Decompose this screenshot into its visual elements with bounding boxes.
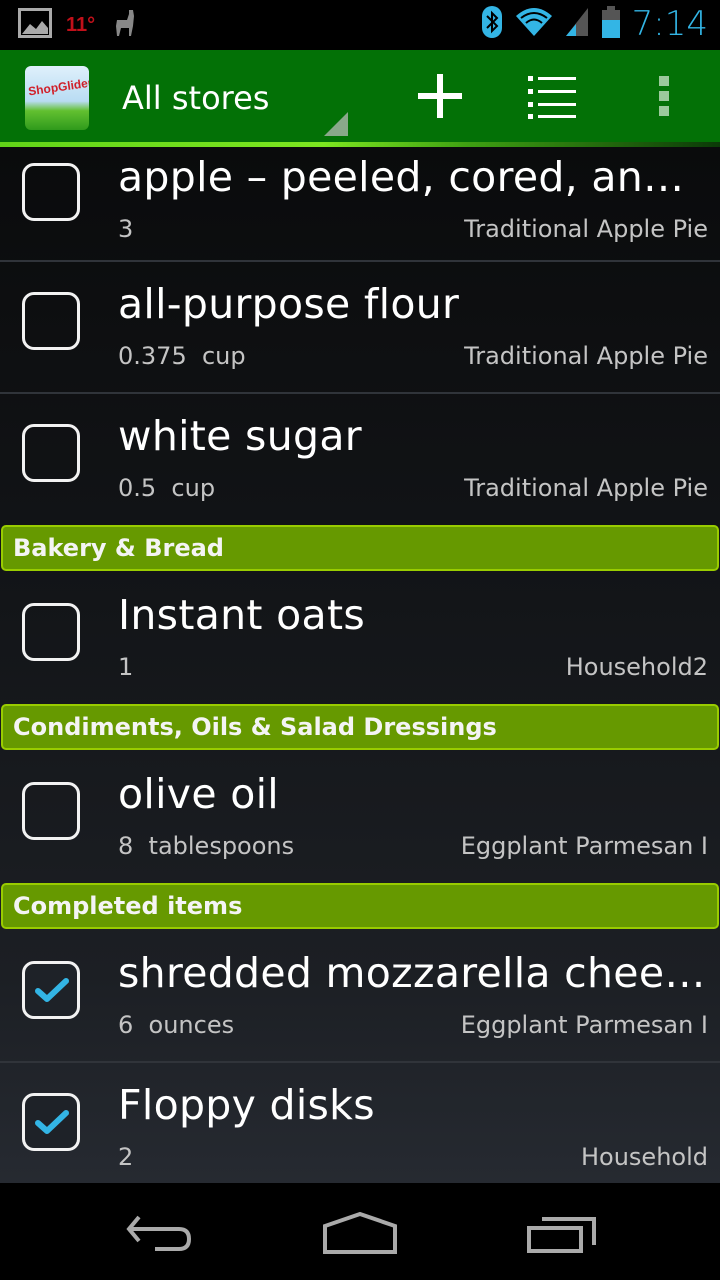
recents-button[interactable]: [512, 1203, 612, 1263]
checkmark-icon: [35, 978, 69, 1002]
list-item[interactable]: white sugar 0.5 cup Traditional Apple Pi…: [0, 394, 720, 523]
item-checkbox[interactable]: [22, 782, 80, 840]
item-name: olive oil: [118, 770, 279, 818]
section-header-condiments: Condiments, Oils & Salad Dressings: [1, 704, 719, 750]
item-recipe: Household2: [565, 653, 708, 681]
item-quantity: 1: [118, 653, 134, 681]
item-quantity: 0.375 cup: [118, 342, 246, 370]
overflow-menu-button[interactable]: [624, 50, 704, 142]
item-quantity: 2: [118, 1143, 134, 1171]
list-item[interactable]: Floppy disks 2 Household: [0, 1063, 720, 1183]
add-item-button[interactable]: [400, 50, 480, 142]
store-selector[interactable]: All stores: [122, 68, 350, 136]
item-name: shredded mozzarella cheese: [118, 949, 708, 997]
section-header-bakery: Bakery & Bread: [1, 525, 719, 571]
item-checkbox[interactable]: [22, 603, 80, 661]
item-recipe: Eggplant Parmesan I: [460, 1011, 708, 1039]
item-checkbox[interactable]: [22, 961, 80, 1019]
item-checkbox[interactable]: [22, 292, 80, 350]
section-header-completed: Completed items: [1, 883, 719, 929]
item-quantity: 3: [118, 215, 134, 243]
llama-notification-icon: [109, 8, 139, 43]
item-recipe: Traditional Apple Pie: [464, 215, 708, 243]
item-checkbox[interactable]: [22, 1093, 80, 1151]
back-button[interactable]: [110, 1203, 210, 1263]
clock: 7:14: [631, 4, 708, 44]
recents-icon: [527, 1217, 596, 1253]
navigation-bar: [0, 1183, 720, 1280]
battery-icon: [600, 5, 622, 44]
store-selector-label: All stores: [122, 79, 270, 117]
item-checkbox[interactable]: [22, 163, 80, 221]
item-recipe: Eggplant Parmesan I: [460, 832, 708, 860]
item-name: Floppy disks: [118, 1081, 375, 1129]
list-item[interactable]: shredded mozzarella cheese 6 ounces Eggp…: [0, 931, 720, 1063]
bluetooth-icon: [480, 5, 504, 44]
home-button[interactable]: [310, 1203, 410, 1263]
signal-icon: [564, 6, 590, 43]
list-item[interactable]: Instant oats 1 Household2: [0, 573, 720, 702]
item-recipe: Household: [580, 1143, 708, 1171]
dropdown-indicator-icon: [324, 112, 348, 136]
item-name: apple – peeled, cored, and c...: [118, 153, 708, 201]
overflow-menu-icon: [659, 76, 669, 116]
list-item[interactable]: apple – peeled, cored, and c... 3 Tradit…: [0, 147, 720, 262]
shopping-list[interactable]: apple – peeled, cored, and c... 3 Tradit…: [0, 147, 720, 1183]
item-checkbox[interactable]: [22, 424, 80, 482]
item-quantity: 6 ounces: [118, 1011, 235, 1039]
wifi-icon: [514, 6, 554, 43]
back-icon: [126, 1215, 192, 1251]
item-name: Instant oats: [118, 591, 365, 639]
status-bar: 11° 7:14: [0, 0, 720, 50]
gallery-notification-icon: [18, 8, 52, 43]
item-name: white sugar: [118, 412, 362, 460]
item-quantity: 8 tablespoons: [118, 832, 295, 860]
home-icon: [323, 1212, 397, 1254]
action-bar: ShopGlider All stores: [0, 50, 720, 142]
item-recipe: Traditional Apple Pie: [464, 342, 708, 370]
item-recipe: Traditional Apple Pie: [464, 474, 708, 502]
item-quantity: 0.5 cup: [118, 474, 216, 502]
weather-notification-temp: 11°: [66, 14, 96, 36]
add-icon: [418, 74, 462, 118]
list-view-button[interactable]: [512, 50, 592, 142]
app-logo[interactable]: ShopGlider: [25, 66, 89, 130]
list-icon: [528, 76, 576, 119]
app-logo-text: ShopGlider: [27, 75, 89, 99]
checkmark-icon: [35, 1110, 69, 1134]
list-item[interactable]: all-purpose flour 0.375 cup Traditional …: [0, 262, 720, 394]
list-item[interactable]: olive oil 8 tablespoons Eggplant Parmesa…: [0, 752, 720, 881]
item-name: all-purpose flour: [118, 280, 460, 328]
